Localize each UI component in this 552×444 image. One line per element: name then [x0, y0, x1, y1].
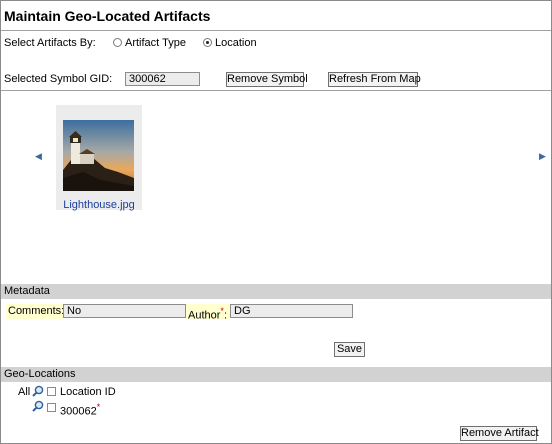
symbol-gid-input[interactable]: 300062 — [125, 72, 200, 86]
comments-input[interactable]: No — [63, 304, 186, 318]
location-id-column-header: Location ID — [60, 386, 116, 398]
author-label-colon: : — [223, 309, 227, 322]
page-title: Maintain Geo-Located Artifacts — [4, 8, 211, 24]
author-input[interactable]: DG — [230, 304, 353, 318]
divider — [1, 30, 551, 31]
comments-label: Comments: — [6, 304, 65, 319]
artifact-filename-link[interactable]: Lighthouse.jpg — [56, 199, 142, 211]
remove-symbol-button[interactable]: Remove Symbol — [226, 72, 308, 87]
gallery-prev-arrow[interactable]: ◀ — [35, 151, 42, 162]
artifact-thumbnail-card[interactable]: Lighthouse.jpg — [56, 105, 142, 211]
location-id-value: 300062 — [60, 405, 97, 418]
refresh-from-map-button[interactable]: Refresh From Map — [328, 72, 421, 87]
location-id-cell: 300062* — [60, 402, 100, 418]
radio-location[interactable] — [203, 38, 212, 47]
author-label: Author*: — [186, 304, 230, 322]
radio-artifact-type-label[interactable]: Artifact Type — [125, 37, 186, 49]
select-by-label: Select Artifacts By: — [4, 37, 96, 49]
select-all-label: All — [18, 386, 31, 398]
divider — [1, 90, 551, 91]
lighthouse-image[interactable] — [63, 120, 134, 191]
search-icon[interactable] — [32, 400, 44, 412]
radio-location-label[interactable]: Location — [215, 37, 257, 49]
author-label-text: Author — [188, 309, 221, 322]
radio-artifact-type[interactable] — [113, 38, 122, 47]
metadata-header: Metadata — [1, 284, 551, 299]
search-icon[interactable] — [32, 385, 44, 397]
symbol-gid-label: Selected Symbol GID: — [4, 73, 113, 85]
location-required-marker: * — [96, 402, 101, 412]
gallery-next-arrow[interactable]: ▶ — [539, 151, 546, 162]
remove-artifact-button[interactable]: Remove Artifact — [460, 426, 539, 441]
location-row-checkbox[interactable] — [47, 403, 56, 412]
select-all-checkbox[interactable] — [47, 387, 56, 396]
save-button[interactable]: Save — [334, 342, 365, 357]
geo-locations-header: Geo-Locations — [1, 367, 551, 382]
